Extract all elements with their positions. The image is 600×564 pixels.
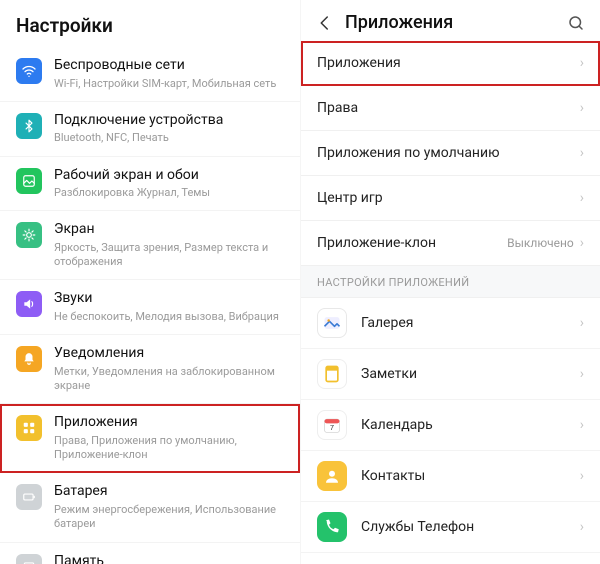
notes-icon (317, 359, 347, 389)
item-subtitle: Режим энергосбережения, Использование ба… (54, 503, 284, 532)
chevron-right-icon: › (580, 468, 584, 484)
app-row-notes[interactable]: Заметки › (301, 349, 600, 400)
row-value: Выключено (507, 236, 574, 250)
app-row-gallery[interactable]: Галерея › (301, 298, 600, 349)
svg-text:7: 7 (330, 423, 334, 432)
settings-item-display[interactable]: Экран Яркость, Защита зрения, Размер тек… (0, 211, 300, 280)
chevron-right-icon: › (580, 235, 584, 251)
chevron-right-icon: › (580, 315, 584, 331)
app-label: Галерея (361, 315, 580, 331)
item-title: Звуки (54, 290, 284, 308)
settings-item-battery[interactable]: Батарея Режим энергосбережения, Использо… (0, 473, 300, 542)
app-label: Календарь (361, 417, 580, 433)
item-title: Память (54, 553, 284, 564)
chevron-right-icon: › (580, 417, 584, 433)
apps-icon (16, 415, 42, 441)
sound-icon (16, 291, 42, 317)
row-label: Права (317, 100, 580, 116)
apps-row-apps[interactable]: Приложения › (301, 41, 600, 86)
apps-section-header: НАСТРОЙКИ ПРИЛОЖЕНИЙ (301, 266, 600, 298)
search-button[interactable] (566, 13, 586, 33)
row-label: Приложения (317, 55, 580, 71)
search-icon (567, 14, 585, 32)
settings-item-notifications[interactable]: Уведомления Метки, Уведомления на заблок… (0, 335, 300, 404)
apps-pane: Приложения Приложения › Права › Приложен… (300, 0, 600, 564)
calendar-icon: 7 (317, 410, 347, 440)
apps-header: Приложения (301, 0, 600, 41)
chevron-right-icon: › (580, 100, 584, 116)
display-icon (16, 222, 42, 248)
app-row-phone-services[interactable]: Службы Телефон › (301, 502, 600, 553)
wallpaper-icon (16, 168, 42, 194)
item-subtitle: Разблокировка Журнал, Темы (54, 186, 284, 200)
item-title: Уведомления (54, 345, 284, 363)
bluetooth-icon (16, 113, 42, 139)
apps-row-default-apps[interactable]: Приложения по умолчанию › (301, 131, 600, 176)
settings-pane: Настройки Беспроводные сети Wi-Fi, Настр… (0, 0, 300, 564)
app-row-calendar[interactable]: 7 Календарь › (301, 400, 600, 451)
item-title: Экран (54, 221, 284, 239)
settings-title: Настройки (0, 0, 300, 47)
settings-list: Беспроводные сети Wi-Fi, Настройки SIM-к… (0, 47, 300, 564)
settings-item-wireless[interactable]: Беспроводные сети Wi-Fi, Настройки SIM-к… (0, 47, 300, 102)
settings-item-sounds[interactable]: Звуки Не беспокоить, Мелодия вызова, Виб… (0, 280, 300, 335)
item-subtitle: Bluetooth, NFC, Печать (54, 131, 284, 145)
chevron-right-icon: › (580, 366, 584, 382)
storage-icon (16, 554, 42, 564)
item-title: Рабочий экран и обои (54, 167, 284, 185)
item-subtitle: Не беспокоить, Мелодия вызова, Вибрация (54, 310, 284, 324)
apps-row-permissions[interactable]: Права › (301, 86, 600, 131)
row-label: Приложения по умолчанию (317, 145, 580, 161)
arrow-left-icon (316, 14, 334, 32)
item-title: Приложения (54, 414, 284, 432)
row-label: Центр игр (317, 190, 580, 206)
row-label: Приложение-клон (317, 235, 507, 251)
item-subtitle: Права, Приложения по умолчанию, Приложен… (54, 434, 284, 463)
chevron-right-icon: › (580, 519, 584, 535)
item-title: Подключение устройства (54, 112, 284, 130)
phone-icon (317, 512, 347, 542)
item-subtitle: Wi-Fi, Настройки SIM-карт, Мобильная сет… (54, 77, 284, 91)
chevron-right-icon: › (580, 190, 584, 206)
item-title: Батарея (54, 483, 284, 501)
settings-item-apps[interactable]: Приложения Права, Приложения по умолчани… (0, 404, 300, 473)
bell-icon (16, 346, 42, 372)
settings-item-device-connection[interactable]: Подключение устройства Bluetooth, NFC, П… (0, 102, 300, 157)
item-subtitle: Метки, Уведомления на заблокированном эк… (54, 365, 284, 394)
app-row-contacts[interactable]: Контакты › (301, 451, 600, 502)
apps-title: Приложения (345, 12, 566, 33)
app-label: Заметки (361, 366, 580, 382)
settings-item-home-screen[interactable]: Рабочий экран и обои Разблокировка Журна… (0, 157, 300, 212)
item-title: Беспроводные сети (54, 57, 284, 75)
chevron-right-icon: › (580, 55, 584, 71)
apps-row-game-center[interactable]: Центр игр › (301, 176, 600, 221)
gallery-icon (317, 308, 347, 338)
app-label: Контакты (361, 468, 580, 484)
apps-row-app-twin[interactable]: Приложение-клон Выключено › (301, 221, 600, 266)
chevron-right-icon: › (580, 145, 584, 161)
wifi-icon (16, 58, 42, 84)
settings-item-storage[interactable]: Память Очистка памяти (0, 543, 300, 564)
back-button[interactable] (315, 13, 335, 33)
item-subtitle: Яркость, Защита зрения, Размер текста и … (54, 241, 284, 270)
battery-icon (16, 484, 42, 510)
app-label: Службы Телефон (361, 519, 580, 535)
contacts-icon (317, 461, 347, 491)
